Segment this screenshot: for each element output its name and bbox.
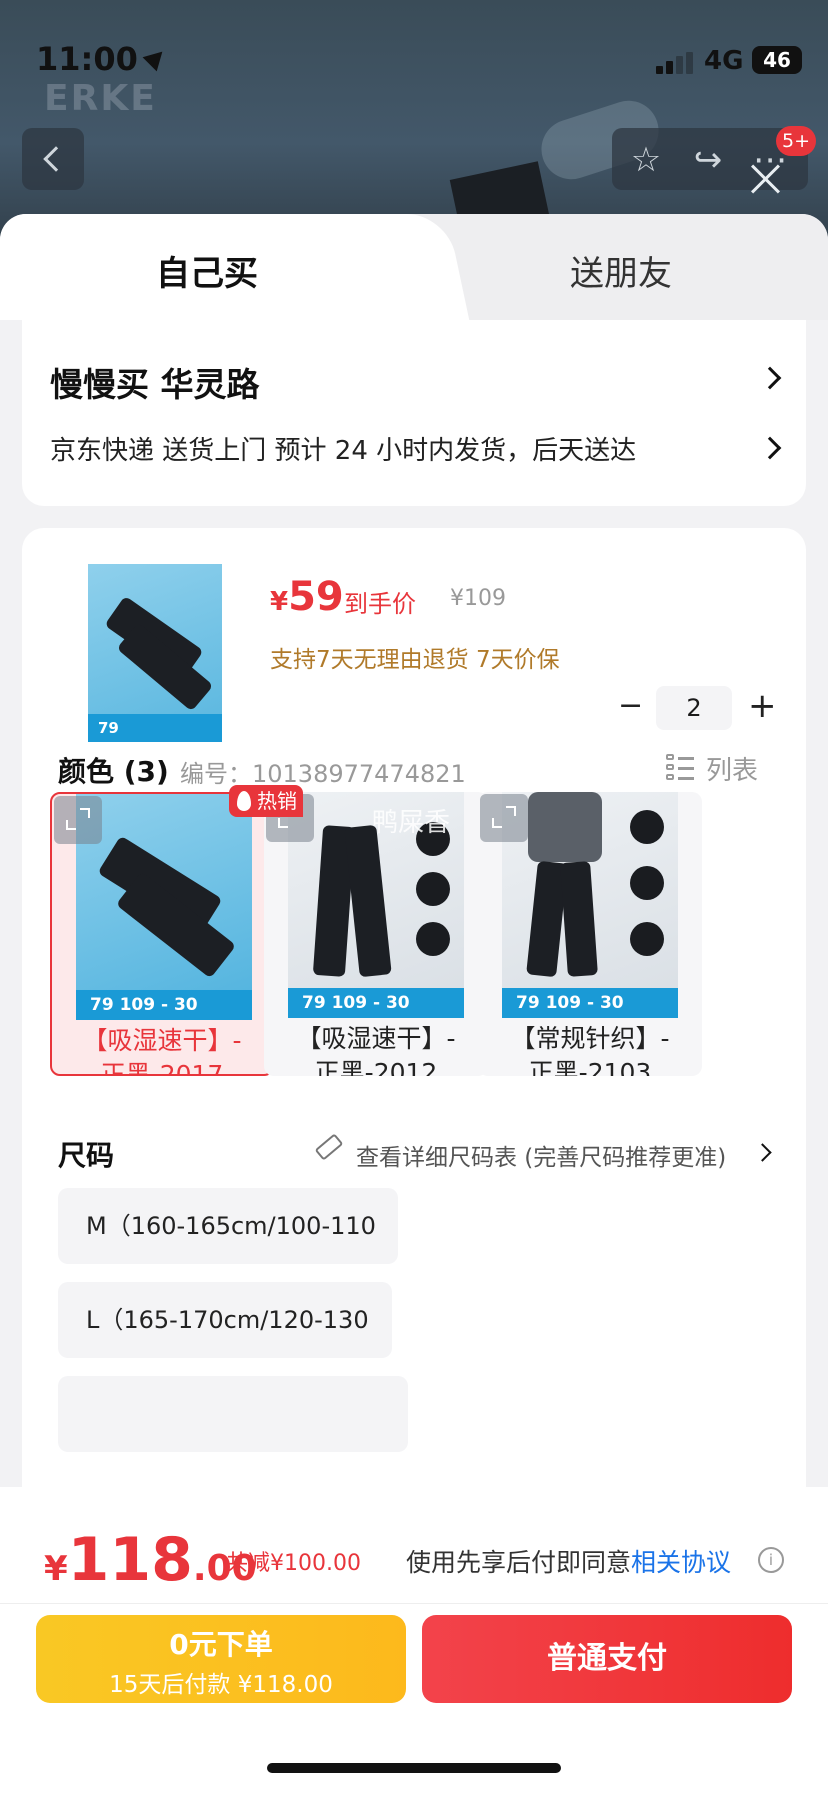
pay-now-button[interactable]: 普通支付 (422, 1615, 792, 1703)
tab-self-buy[interactable]: 自己买 (0, 214, 420, 320)
status-bar: 11:00 4G 46 (0, 0, 828, 110)
agreement-text: 使用先享后付即同意相关协议 (406, 1548, 732, 1577)
address-title: 慢慢买 华灵路 (50, 365, 260, 404)
pay-later-button[interactable]: 0元下单 15天后付款 ¥118.00 (36, 1615, 406, 1703)
chevron-right-icon (758, 366, 782, 390)
agreement-link[interactable]: 相关协议 (631, 1548, 731, 1577)
color-option-tag: 79 109 - 30 (502, 988, 678, 1018)
quantity-increase-button[interactable]: + (748, 686, 777, 726)
pay-later-label: 0元下单 (169, 1628, 273, 1661)
color-option-tag: 79 109 - 30 (288, 988, 464, 1018)
divider (0, 1603, 828, 1604)
close-icon[interactable] (748, 162, 782, 196)
product-thumbnail[interactable]: 79 (88, 564, 222, 742)
quantity-input[interactable]: 2 (656, 686, 732, 730)
battery-icon: 46 (752, 46, 802, 74)
expand-icon[interactable] (54, 796, 102, 844)
shipping-info: 京东快递 送货上门 预计 24 小时内发货，后天送达 (50, 436, 637, 466)
purchase-tabs: 自己买 送朋友 (0, 214, 828, 320)
color-option-name: 【常规针织】- 正黑-2103 (510, 1024, 670, 1076)
final-price: ¥59 (270, 574, 344, 620)
tab-gift[interactable]: 送朋友 (570, 246, 672, 295)
expand-icon[interactable] (480, 794, 528, 842)
home-indicator (267, 1763, 561, 1773)
original-price: ¥109 (450, 586, 506, 611)
address-card[interactable]: 慢慢买 华灵路 京东快递 送货上门 预计 24 小时内发货，后天送达 (22, 320, 806, 506)
checkout-bar: ¥118.00 共减¥100.00 使用先享后付即同意相关协议 i 0元下单 1… (0, 1487, 828, 1793)
chevron-right-icon (753, 1143, 772, 1162)
pay-later-sublabel: 15天后付款 ¥118.00 (109, 1672, 333, 1698)
list-view-toggle[interactable]: 列表 (706, 750, 758, 787)
quantity-decrease-button[interactable]: − (618, 688, 643, 723)
total-price: ¥118.00 (44, 1525, 257, 1595)
sku-number: 编号：10138977474821 (180, 760, 466, 788)
back-chevron-icon (43, 146, 69, 172)
status-time: 11:00 (36, 40, 170, 78)
color-section-title: 颜色 (3) (58, 755, 169, 788)
flame-icon (237, 791, 251, 811)
total-discount: 共减¥100.00 (226, 1551, 361, 1576)
ruler-icon (314, 1133, 344, 1161)
color-option[interactable]: 79 109 - 30 【常规针织】- 正黑-2103 (478, 792, 702, 1076)
size-chart-link[interactable]: 查看详细尺码表 (完善尺码推荐更准) (356, 1138, 726, 1172)
time-text: 11:00 (36, 40, 138, 78)
thumb-price-tag: 79 (88, 714, 222, 742)
final-price-label: 到手价 (344, 590, 416, 618)
size-section-title: 尺码 (58, 1139, 115, 1172)
color-option-name: 【吸湿速干】- 正黑-2017 (82, 1026, 242, 1076)
color-option-tag: 79 109 - 30 (76, 990, 252, 1020)
list-view-icon[interactable] (666, 754, 696, 782)
size-option[interactable]: L（165-170cm/120-130 斤） (58, 1282, 392, 1410)
cart-count-badge: 5+ (776, 126, 817, 156)
network-type: 4G (704, 46, 744, 76)
quantity-stepper: − 2 + (594, 686, 777, 730)
share-icon[interactable]: ↪ (688, 140, 728, 180)
location-arrow-icon (142, 44, 170, 72)
image-watermark: 鸭屎香 (372, 808, 451, 838)
color-option[interactable]: 79 109 - 30 【吸湿速干】- 正黑-2017 (50, 792, 274, 1076)
size-option[interactable] (58, 1376, 408, 1452)
service-guarantees: 支持7天无理由退货 7天价保 (270, 647, 560, 673)
color-option-image: 79 109 - 30 (502, 792, 678, 1018)
color-option-name: 【吸湿速干】- 正黑-2012 (296, 1024, 456, 1076)
back-button[interactable] (22, 128, 84, 190)
signal-icon (656, 52, 696, 74)
info-icon[interactable]: i (758, 1547, 784, 1573)
hot-sale-badge: 热销 (229, 785, 303, 817)
tab-self-buy-label: 自己买 (156, 254, 258, 294)
star-icon[interactable]: ☆ (626, 140, 666, 180)
color-option-image: 79 109 - 30 (76, 794, 252, 1020)
chevron-right-icon (758, 436, 782, 460)
size-option[interactable]: M（160-165cm/100-110 斤） (58, 1188, 398, 1316)
